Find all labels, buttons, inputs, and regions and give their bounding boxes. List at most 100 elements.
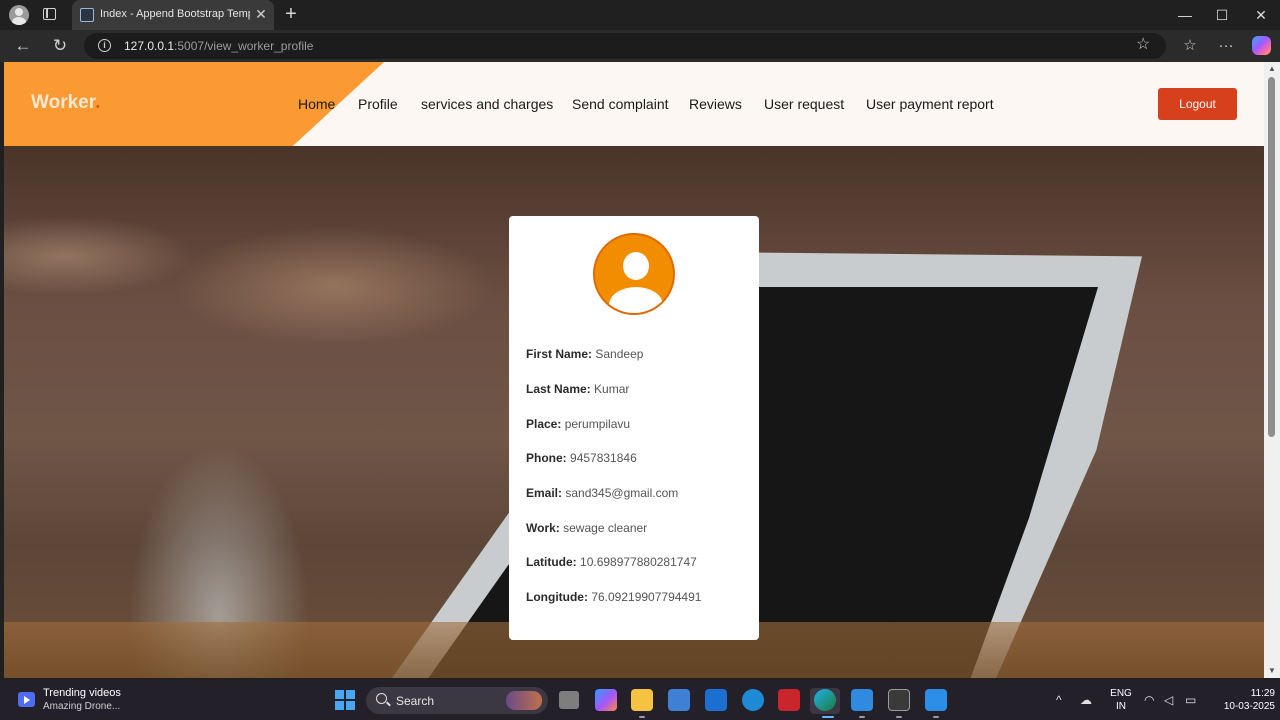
mcafee-icon[interactable] [778,689,800,711]
page-favicon-icon [80,8,94,22]
language-indicator[interactable]: ENG IN [1110,687,1132,713]
site-logo[interactable]: Worker. [31,92,100,114]
field-value: perumpilavu [564,417,631,431]
field-value: 9457831846 [570,451,637,465]
onedrive-icon[interactable]: ☁ [1080,693,1092,707]
clock-date: 10-03-2025 [1223,701,1275,712]
close-window-button[interactable]: ✕ [1248,4,1274,26]
field-value: sewage cleaner [563,521,648,535]
profile-first-name: First Name: Sandeep [526,347,643,361]
field-value: 10.698977880281747 [580,555,697,569]
field-label: Last Name: [526,382,591,396]
tab-title: Index - Append Bootstrap Templa [100,8,250,20]
copilot-app-icon[interactable] [595,689,617,711]
task-view-icon[interactable] [559,691,579,709]
field-label: Longitude: [526,590,588,604]
field-label: First Name: [526,347,593,361]
system-clock[interactable]: 11:29 10-03-2025 [1205,687,1275,713]
vscode-indicator [933,716,939,718]
profile-phone: Phone: 9457831846 [526,451,637,465]
favorite-star-icon[interactable]: ☆ [1136,35,1150,55]
url-host: 127.0.0.1 [124,39,175,53]
site-header: Worker. Home Profile services and charge… [4,62,1264,146]
edge-indicator [822,716,834,718]
video-widget-icon[interactable] [18,692,35,707]
logout-button[interactable]: Logout [1158,88,1237,120]
field-value: Sandeep [595,347,644,361]
terminal-indicator [896,716,902,718]
url-field[interactable]: i 127.0.0.1:5007/view_worker_profile ☆ [84,33,1166,59]
profile-last-name: Last Name: Kumar [526,382,629,396]
favorites-icon[interactable]: ☆ [1179,35,1201,57]
field-label: Work: [526,521,560,535]
profile-icon[interactable] [9,5,29,25]
scroll-up-arrow-icon[interactable]: ▲ [1268,64,1276,73]
wifi-icon[interactable]: ◠ [1144,693,1154,707]
maximize-button[interactable]: ☐ [1209,4,1235,26]
avatar-head [623,252,649,280]
copilot-icon[interactable] [1252,36,1271,55]
nav-home[interactable]: Home [298,96,335,112]
url-path: :5007/view_worker_profile [174,39,314,53]
user-avatar-icon [593,233,675,315]
profile-place: Place: perumpilavu [526,417,630,431]
nav-send-complaint[interactable]: Send complaint [572,96,669,112]
site-info-icon[interactable]: i [98,39,111,52]
nav-profile[interactable]: Profile [358,96,398,112]
volume-icon[interactable]: ◁ [1164,693,1173,707]
nav-user-request[interactable]: User request [764,96,844,112]
start-button[interactable] [335,690,355,710]
brand-dot: . [95,92,101,113]
more-options-icon[interactable]: ··· [1215,35,1237,57]
profile-work: Work: sewage cleaner [526,521,647,535]
profile-card: First Name: Sandeep Last Name: Kumar Pla… [509,216,759,640]
avatar-body [609,287,663,313]
show-hidden-icons-icon[interactable]: ^ [1056,693,1062,707]
widget-title[interactable]: Trending videos [43,687,121,699]
field-label: Latitude: [526,555,577,569]
page-viewport: Worker. Home Profile services and charge… [4,62,1264,678]
myhp-icon[interactable] [705,689,727,711]
scroll-down-arrow-icon[interactable]: ▼ [1268,666,1276,675]
file-explorer-indicator [639,716,645,718]
nav-services-and-charges[interactable]: services and charges [421,96,553,112]
clock-time: 11:29 [1250,688,1275,699]
field-label: Place: [526,417,562,431]
profile-latitude: Latitude: 10.698977880281747 [526,555,697,569]
battery-icon[interactable]: ▭ [1185,693,1196,707]
terminal-icon[interactable] [888,689,910,711]
address-bar-row: ← ↻ i 127.0.0.1:5007/view_worker_profile… [0,30,1280,62]
widget-subtitle[interactable]: Amazing Drone... [43,701,120,712]
field-value: sand345@gmail.com [565,486,679,500]
reload-button[interactable]: ↻ [49,35,71,57]
tab-actions-icon[interactable] [43,8,56,20]
brand-name: Worker [31,92,96,113]
pinned-app-icon[interactable] [851,689,873,711]
browser-tab[interactable]: Index - Append Bootstrap Templa ✕ [72,0,274,30]
search-label: Search [396,694,435,708]
field-value: Kumar [594,382,630,396]
profile-email: Email: sand345@gmail.com [526,486,678,500]
language-code: ENG [1110,688,1132,699]
back-button[interactable]: ← [12,35,34,57]
search-highlight-icon [506,691,542,710]
microsoft-store-icon[interactable] [668,689,690,711]
field-label: Email: [526,486,563,500]
vscode-icon[interactable] [925,689,947,711]
search-icon [376,693,387,704]
file-explorer-icon[interactable] [631,689,653,711]
browser-tab-bar: Index - Append Bootstrap Templa ✕ + — ☐ … [0,0,1280,30]
nav-reviews[interactable]: Reviews [689,96,742,112]
url-text[interactable]: 127.0.0.1:5007/view_worker_profile [124,39,313,53]
minimize-button[interactable]: — [1172,4,1198,26]
app-icon[interactable] [742,689,764,711]
page-scrollbar[interactable]: ▲ ▼ [1264,62,1280,678]
scrollbar-thumb[interactable] [1268,77,1275,437]
close-tab-icon[interactable]: ✕ [254,6,268,22]
pinned-app-indicator [859,716,865,718]
taskbar-search[interactable]: Search [366,687,548,714]
profile-longitude: Longitude: 76.09219907794491 [526,590,701,604]
nav-user-payment-report[interactable]: User payment report [866,96,994,112]
new-tab-button[interactable]: + [282,4,300,24]
edge-icon[interactable] [814,689,836,711]
